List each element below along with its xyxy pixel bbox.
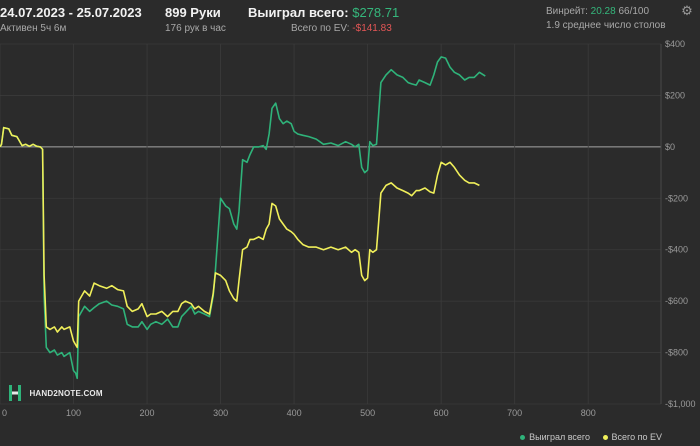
logo: HAND2NOTE.COM [8,384,103,402]
y-tick-label: $200 [665,90,685,100]
series-line-ev [0,126,480,349]
logo-icon [9,385,21,401]
x-tick-label: 0 [2,408,7,418]
x-tick-label: 400 [287,408,302,418]
x-tick-label: 800 [581,408,596,418]
legend-label-won: Выиграл всего [529,432,590,442]
y-tick-label: -$1,000 [665,399,696,409]
y-tick-label: -$200 [665,193,688,203]
x-tick-label: 100 [66,408,81,418]
x-tick-label: 300 [213,408,228,418]
x-tick-label: 500 [360,408,375,418]
legend-label-ev: Всего по EV [611,432,662,442]
series-line-won [0,56,486,380]
y-tick-label: $400 [665,39,685,49]
x-tick-label: 600 [434,408,449,418]
x-tick-label: 700 [507,408,522,418]
legend-dot-ev [602,435,608,441]
y-tick-label: -$600 [665,296,688,306]
y-tick-label: -$400 [665,245,688,255]
y-tick-label: -$800 [665,348,688,358]
chart: $400 $200 $0 -$200 -$400 -$600 -$800 -$1,000 0 10… [0,39,696,418]
legend-item-won[interactable]: Выиграл всего [520,432,590,442]
legend: Выиграл всего Всего по EV [510,432,662,442]
y-tick-label: $0 [665,142,675,152]
legend-dot-won [520,435,526,441]
legend-item-ev[interactable]: Всего по EV [602,432,662,442]
x-tick-label: 200 [140,408,155,418]
logo-text: HAND2NOTE.COM [29,388,103,398]
